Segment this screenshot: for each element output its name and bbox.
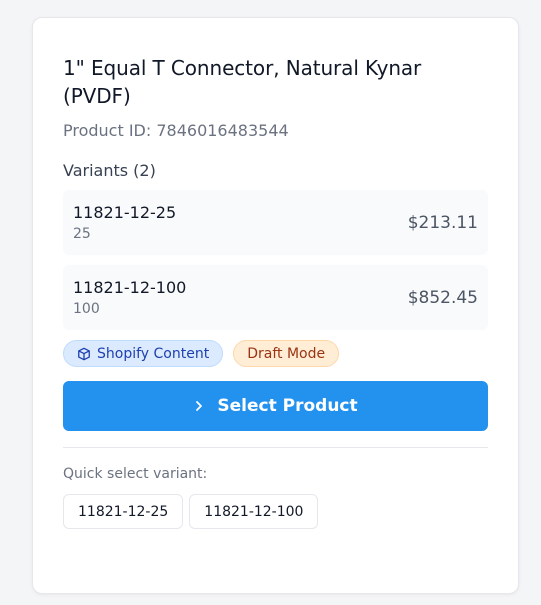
variant-price: $852.45 (407, 287, 478, 308)
variant-sku: 11821-12-25 (73, 202, 177, 222)
variant-sku: 11821-12-100 (73, 277, 187, 297)
select-product-label: Select Product (217, 396, 358, 416)
quick-select-variant-button[interactable]: 11821-12-100 (189, 494, 319, 529)
product-card: 1" Equal T Connector, Natural Kynar (PVD… (32, 17, 519, 594)
variant-quantity: 25 (73, 225, 91, 242)
product-title: 1" Equal T Connector, Natural Kynar (PVD… (63, 56, 422, 108)
chevron-right-icon (196, 401, 203, 411)
quick-select-group: 11821-12-25 11821-12-100 (63, 494, 488, 529)
variants-heading: Variants (2) (63, 161, 156, 180)
shopify-content-label: Shopify Content (97, 345, 210, 362)
variant-list: 11821-12-25 25 $213.11 11821-12-100 100 … (63, 190, 488, 330)
shopify-content-badge: Shopify Content (63, 340, 224, 367)
quick-select-variant-button[interactable]: 11821-12-25 (63, 494, 184, 529)
variant-quantity: 100 (73, 300, 100, 317)
draft-mode-badge: Draft Mode (233, 340, 340, 367)
variant-row[interactable]: 11821-12-100 100 $852.45 (63, 265, 488, 330)
product-id: Product ID: 7846016483544 (63, 121, 289, 140)
variant-row[interactable]: 11821-12-25 25 $213.11 (63, 190, 488, 255)
badge-group: Shopify Content Draft Mode (63, 340, 488, 367)
cube-icon (78, 347, 90, 360)
select-product-button[interactable]: Select Product (63, 381, 488, 431)
divider (63, 447, 488, 448)
variant-price: $213.11 (407, 212, 478, 233)
quick-select-label: Quick select variant: (63, 466, 208, 482)
